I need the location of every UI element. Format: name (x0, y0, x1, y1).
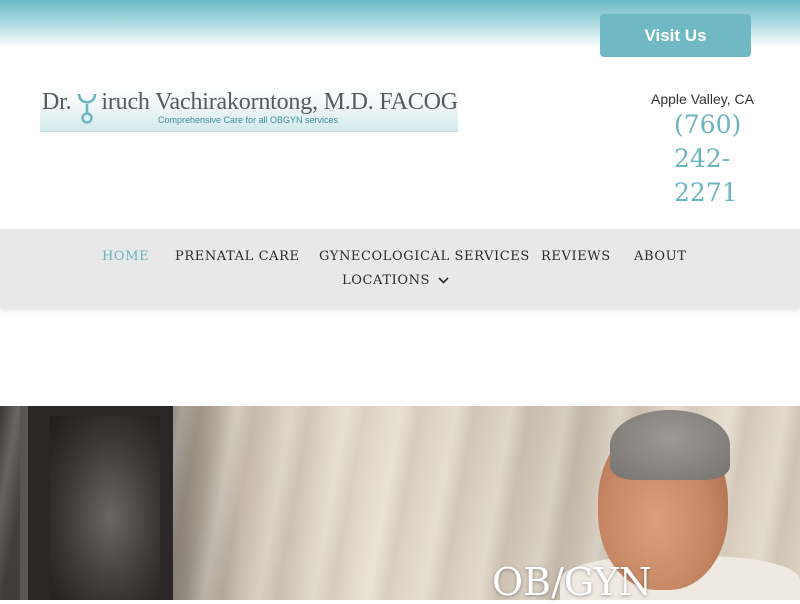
ultrasound-image (50, 416, 160, 600)
hero-heading: OB/GYN (492, 560, 652, 604)
phone-number[interactable]: (760) 242- 2271 (674, 108, 754, 210)
main-navigation: HOME PRENATAL CARE GYNECOLOGICAL SERVICE… (0, 229, 800, 308)
nav-item-prenatal-care[interactable]: PRENATAL CARE (175, 249, 300, 264)
logo-name-rest: iruch Vachirakorntong, M.D. FACOG (101, 89, 458, 115)
site-logo[interactable]: Dr. iruch Vachirakorntong, M.D. FACOG Com… (40, 88, 458, 132)
phone-line: 242- (674, 144, 731, 173)
logo-tagline: Comprehensive Care for all OBGYN service… (158, 115, 339, 125)
hero-banner (0, 406, 800, 600)
chevron-down-icon (438, 277, 449, 284)
ultrasound-frame (20, 406, 173, 600)
nav-item-home[interactable]: HOME (102, 249, 149, 264)
phone-line: (760) (674, 110, 742, 139)
stethoscope-icon (77, 93, 97, 124)
location-label: Apple Valley, CA (651, 91, 754, 107)
visit-us-button[interactable]: Visit Us (600, 14, 751, 57)
nav-item-gynecological-services[interactable]: GYNECOLOGICAL SERVICES (319, 249, 530, 264)
logo-name-prefix: Dr. (42, 89, 72, 115)
nav-item-reviews[interactable]: REVIEWS (541, 249, 611, 264)
phone-line: 2271 (674, 178, 738, 207)
nav-item-locations-label: LOCATIONS (342, 273, 431, 288)
nav-item-about[interactable]: ABOUT (634, 249, 686, 264)
doctor-hair (610, 410, 730, 480)
nav-item-locations[interactable]: LOCATIONS (342, 273, 449, 288)
logo-name: Dr. iruch Vachirakorntong, M.D. FACOG (42, 89, 458, 116)
